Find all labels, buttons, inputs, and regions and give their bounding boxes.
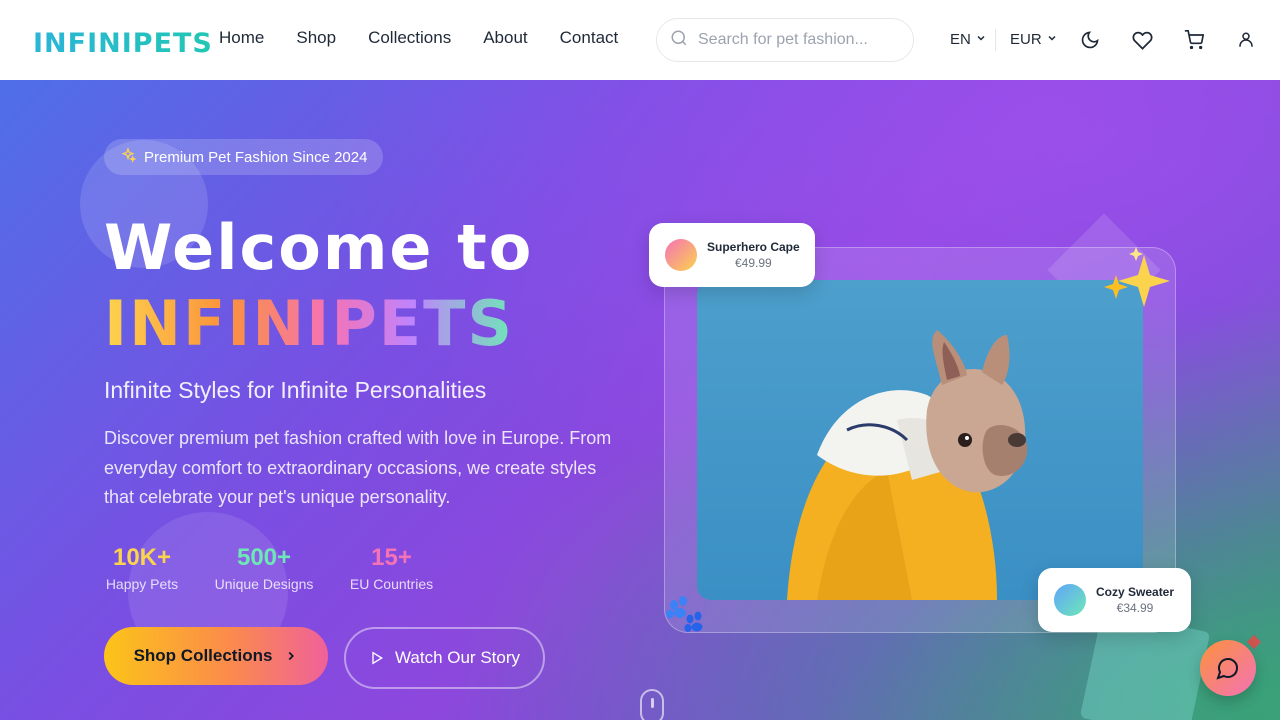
scroll-indicator[interactable] [640,689,664,720]
logo[interactable]: INFINIPETS [33,28,213,59]
product-price: €49.99 [735,256,772,270]
decor-diamond [1246,634,1262,650]
nav-contact[interactable]: Contact [560,28,619,48]
stat-value: 10K+ [112,544,172,571]
badge-text: Premium Pet Fashion Since 2024 [144,148,368,166]
hero-title-line2: INFINIPETS [104,284,514,364]
shop-collections-label: Shop Collections [133,646,273,665]
chat-button[interactable] [1200,640,1256,696]
hero-section: Premium Pet Fashion Since 2024 Welcome t… [0,80,1280,720]
stat-happy-pets: 10K+ Happy Pets [104,544,180,592]
nav-home[interactable]: Home [219,28,264,48]
stat-eu-countries: 15+ EU Countries [348,544,435,592]
chevron-down-icon [975,31,987,48]
currency-label: EUR [1010,31,1042,48]
stat-label: EU Countries [349,576,434,592]
divider [995,29,996,51]
watch-story-button[interactable]: Watch Our Story [344,627,545,689]
watch-story-label: Watch Our Story [394,648,520,667]
stat-label: Unique Designs [214,576,314,592]
nav-collections[interactable]: Collections [368,28,451,48]
product-price: €34.99 [1116,601,1154,615]
chevron-right-icon [284,649,298,663]
nav-about[interactable]: About [483,28,527,48]
play-icon [369,650,385,666]
product-card-cozy-sweater[interactable]: Cozy Sweater €34.99 [1038,568,1191,632]
paw-icon [664,595,708,639]
shop-collections-button[interactable]: Shop Collections [104,627,328,685]
sparkles-icon [1100,245,1172,321]
stat-label: Happy Pets [105,576,179,592]
product-swatch [1054,584,1086,616]
currency-select[interactable]: EUR [1010,31,1058,48]
site-header: INFINIPETS Home Shop Collections About C… [0,0,1280,80]
hero-subtitle: Infinite Styles for Infinite Personaliti… [104,377,487,403]
chat-icon [1216,656,1240,680]
main-nav: Home Shop Collections About Contact [219,28,650,48]
language-label: EN [950,31,971,48]
hero-dog-image [697,280,1143,600]
hero-badge: Premium Pet Fashion Since 2024 [104,139,384,175]
search-input[interactable] [698,31,888,49]
hero-title-line1: Welcome to [104,211,534,284]
sparkles-icon [120,147,137,167]
moon-icon[interactable] [1078,28,1102,52]
product-name: Superhero Cape [707,240,800,254]
chevron-down-icon [1046,31,1058,48]
cart-icon[interactable] [1182,28,1206,52]
product-swatch [665,239,697,271]
nav-shop[interactable]: Shop [296,28,336,48]
user-icon[interactable] [1234,28,1258,52]
product-card-superhero-cape[interactable]: Superhero Cape €49.99 [649,223,815,287]
hero-description: Discover premium pet fashion crafted wit… [104,428,612,507]
stat-unique-designs: 500+ Unique Designs [212,544,316,592]
stat-value: 500+ [236,544,292,571]
search-box[interactable] [656,18,914,62]
product-name: Cozy Sweater [1096,585,1175,599]
heart-icon[interactable] [1130,28,1154,52]
stat-value: 15+ [371,544,412,571]
language-select[interactable]: EN [950,31,987,48]
search-icon [670,29,688,51]
